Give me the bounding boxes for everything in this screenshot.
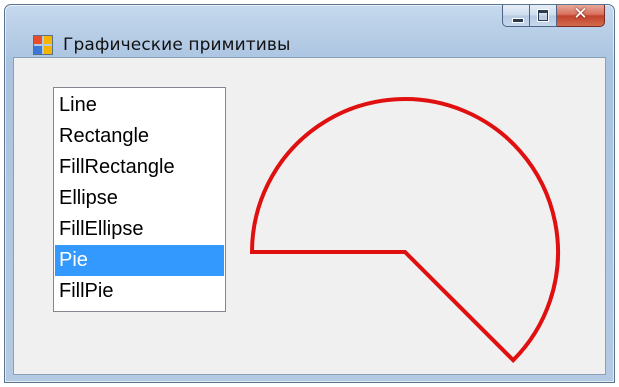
form-client-area: Line Rectangle FillRectangle Ellipse FillEll… (13, 57, 606, 375)
maximize-button[interactable] (530, 5, 557, 27)
app-window: Графические примитивы ✕ Line Rectangle Fil… (4, 4, 615, 383)
close-button[interactable]: ✕ (557, 4, 605, 27)
pie-shape (249, 97, 560, 364)
listbox-item-fillrectangle[interactable]: FillRectangle (55, 152, 224, 183)
listbox-item-rectangle[interactable]: Rectangle (55, 121, 224, 152)
minimize-icon (512, 18, 524, 23)
window-title: Графические примитивы (63, 35, 291, 55)
title-bar[interactable]: Графические примитивы ✕ (5, 4, 614, 57)
minimize-button[interactable] (502, 5, 530, 27)
listbox-item-ellipse[interactable]: Ellipse (55, 183, 224, 214)
windows-forms-app-icon (33, 35, 53, 55)
shape-listbox[interactable]: Line Rectangle FillRectangle Ellipse FillEll… (53, 87, 226, 312)
maximize-icon (538, 10, 548, 21)
listbox-item-pie[interactable]: Pie (55, 245, 224, 276)
listbox-item-line[interactable]: Line (55, 90, 224, 121)
listbox-item-fillpie[interactable]: FillPie (55, 276, 224, 307)
listbox-item-fillellipse[interactable]: FillEllipse (55, 214, 224, 245)
caption-buttons: ✕ (502, 4, 605, 29)
close-icon: ✕ (573, 4, 588, 24)
